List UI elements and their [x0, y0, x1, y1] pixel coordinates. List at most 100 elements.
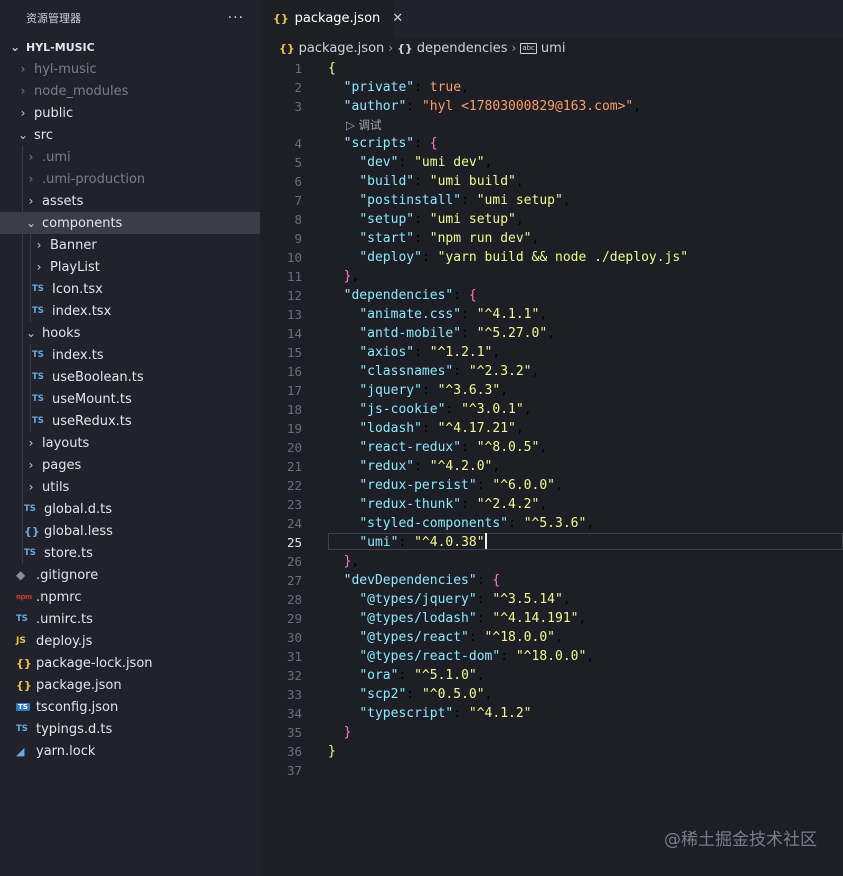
code-line[interactable]: 8 "setup": "umi setup",: [260, 210, 843, 229]
line-number: 19: [286, 421, 302, 436]
code-line[interactable]: 36}: [260, 742, 843, 761]
tree-folder[interactable]: ⌄ hooks: [0, 322, 260, 344]
code-line[interactable]: 35 }: [260, 723, 843, 742]
code-editor[interactable]: 1{2 "private": true, 3 "author": "hyl <17…: [260, 59, 843, 780]
tree-folder[interactable]: ⌄ src: [0, 124, 260, 146]
tree-folder[interactable]: › assets: [0, 190, 260, 212]
code-line[interactable]: 3 "author": "hyl <17803000829@163.com>",: [260, 97, 843, 116]
tree-file[interactable]: ◢ yarn.lock: [0, 740, 260, 762]
code-line[interactable]: 17 "jquery": "^3.6.3",: [260, 381, 843, 400]
code-line[interactable]: 20 "react-redux": "^8.0.5",: [260, 438, 843, 457]
tree-folder[interactable]: › PlayList: [0, 256, 260, 278]
tree-file[interactable]: TS useBoolean.ts: [0, 366, 260, 388]
tree-file[interactable]: TS useMount.ts: [0, 388, 260, 410]
code-token: "^0.5.0": [421, 687, 485, 702]
tree-item-label: .gitignore: [36, 567, 99, 583]
code-line[interactable]: 1{: [260, 59, 843, 78]
code-line[interactable]: 9 "start": "npm run dev",: [260, 229, 843, 248]
tab-package-json[interactable]: {} package.json ✕: [260, 0, 403, 37]
code-token: "redux-persist": [359, 478, 477, 493]
tree-folder[interactable]: › pages: [0, 454, 260, 476]
code-line[interactable]: 21 "redux": "^4.2.0",: [260, 457, 843, 476]
tree-file[interactable]: TS global.d.ts: [0, 498, 260, 520]
tree-file[interactable]: TS typings.d.ts: [0, 718, 260, 740]
tree-item-label: hyl-music: [34, 61, 97, 77]
code-token: :: [398, 668, 415, 683]
debug-codelens-label[interactable]: ▷ 调试: [346, 117, 382, 133]
tree-file[interactable]: {} global.less: [0, 520, 260, 542]
code-text: "start": "npm run dev",: [328, 229, 539, 248]
code-line[interactable]: 22 "redux-persist": "^6.0.0",: [260, 476, 843, 495]
code-line[interactable]: 30 "@types/react": "^18.0.0",: [260, 628, 843, 647]
code-line[interactable]: 4 "scripts": {: [260, 134, 843, 153]
code-line[interactable]: 19 "lodash": "^4.17.21",: [260, 419, 843, 438]
code-line[interactable]: 33 "scp2": "^0.5.0",: [260, 685, 843, 704]
code-line[interactable]: 25 "umi": "^4.0.38": [260, 533, 843, 552]
code-line[interactable]: 2 "private": true,: [260, 78, 843, 97]
tree-file[interactable]: TS index.ts: [0, 344, 260, 366]
code-line[interactable]: 27 "devDependencies": {: [260, 571, 843, 590]
tree-folder[interactable]: › .umi: [0, 146, 260, 168]
tree-file[interactable]: {} package-lock.json: [0, 652, 260, 674]
code-line[interactable]: 7 "postinstall": "umi setup",: [260, 191, 843, 210]
code-line[interactable]: 24 "styled-components": "^5.3.6",: [260, 514, 843, 533]
code-text: "typescript": "^4.1.2": [328, 704, 531, 723]
tree-file[interactable]: TS store.ts: [0, 542, 260, 564]
breadcrumb-section[interactable]: dependencies: [417, 41, 508, 56]
code-line[interactable]: 16 "classnames": "^2.3.2",: [260, 362, 843, 381]
tree-folder[interactable]: ⌄ HYL-MUSIC: [0, 36, 260, 58]
tree-file[interactable]: TS Icon.tsx: [0, 278, 260, 300]
code-line[interactable]: 29 "@types/lodash": "^4.14.191",: [260, 609, 843, 628]
code-line[interactable]: 31 "@types/react-dom": "^18.0.0",: [260, 647, 843, 666]
tree-file[interactable]: {} package.json: [0, 674, 260, 696]
breadcrumb-file[interactable]: package.json: [299, 41, 385, 56]
code-line[interactable]: 32 "ora": "^5.1.0",: [260, 666, 843, 685]
tree-folder[interactable]: › public: [0, 102, 260, 124]
code-line[interactable]: 6 "build": "umi build",: [260, 172, 843, 191]
breadcrumb-leaf[interactable]: umi: [541, 41, 566, 56]
code-token: "^5.3.6": [523, 516, 587, 531]
tree-folder[interactable]: › node_modules: [0, 80, 260, 102]
code-line[interactable]: 26 },: [260, 552, 843, 571]
code-line[interactable]: 28 "@types/jquery": "^3.5.14",: [260, 590, 843, 609]
tree-file[interactable]: TS useRedux.ts: [0, 410, 260, 432]
code-token: :: [414, 212, 430, 227]
code-line[interactable]: 10 "deploy": "yarn build && node ./deplo…: [260, 248, 843, 267]
code-line[interactable]: 15 "axios": "^1.2.1",: [260, 343, 843, 362]
tree-folder[interactable]: ⌄ components: [0, 212, 260, 234]
close-icon[interactable]: ✕: [392, 11, 403, 26]
code-token: :: [476, 592, 493, 607]
tree-file[interactable]: npm .npmrc: [0, 586, 260, 608]
tree-folder[interactable]: › utils: [0, 476, 260, 498]
code-token: "redux": [359, 459, 415, 474]
code-line[interactable]: 18 "js-cookie": "^3.0.1",: [260, 400, 843, 419]
tree-file[interactable]: TS tsconfig.json: [0, 696, 260, 718]
code-line[interactable]: 11 },: [260, 267, 843, 286]
code-line[interactable]: 34 "typescript": "^4.1.2": [260, 704, 843, 723]
code-line[interactable]: 23 "redux-thunk": "^2.4.2",: [260, 495, 843, 514]
tree-folder[interactable]: › Banner: [0, 234, 260, 256]
indent-guide: [30, 278, 31, 300]
tree-file[interactable]: ◆ .gitignore: [0, 564, 260, 586]
code-line[interactable]: 14 "antd-mobile": "^5.27.0",: [260, 324, 843, 343]
code-token: :: [461, 326, 477, 341]
debug-codelens[interactable]: ▷ 调试: [260, 116, 843, 134]
tree-file[interactable]: TS index.tsx: [0, 300, 260, 322]
more-actions-icon[interactable]: ···: [228, 10, 244, 26]
tree-folder[interactable]: › layouts: [0, 432, 260, 454]
code-line[interactable]: 37: [260, 761, 843, 780]
tree-folder[interactable]: › .umi-production: [0, 168, 260, 190]
tree-file[interactable]: JS deploy.js: [0, 630, 260, 652]
code-token: "^5.27.0": [476, 326, 548, 341]
tree-folder[interactable]: › hyl-music: [0, 58, 260, 80]
code-line[interactable]: 12 "dependencies": {: [260, 286, 843, 305]
code-token: "^4.0.38": [414, 535, 485, 550]
code-line[interactable]: 5 "dev": "umi dev",: [260, 153, 843, 172]
code-line[interactable]: 13 "animate.css": "^4.1.1",: [260, 305, 843, 324]
code-token: ,: [578, 611, 587, 626]
tree-file[interactable]: TS .umirc.ts: [0, 608, 260, 630]
